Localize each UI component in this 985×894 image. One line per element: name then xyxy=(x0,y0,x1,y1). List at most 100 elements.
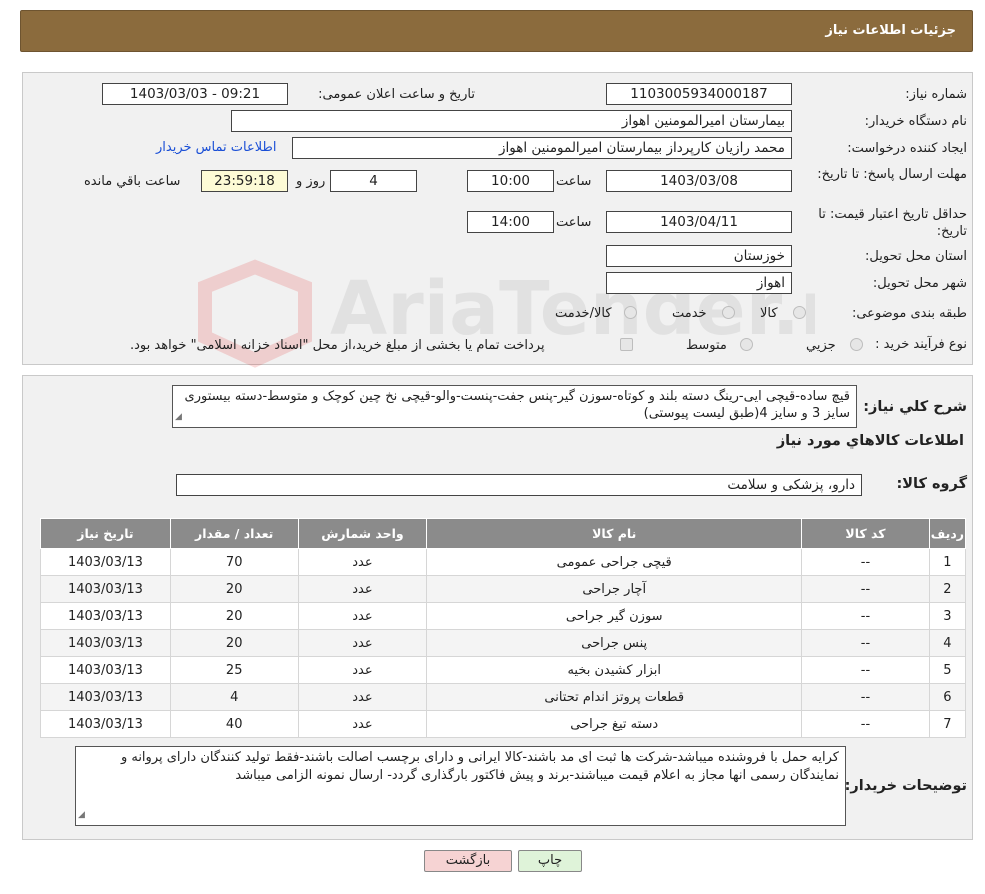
cell-need-date: 1403/03/13 xyxy=(40,683,171,711)
table-row: 7 -- دسته تیغ جراحی عدد 40 1403/03/13 xyxy=(40,710,967,738)
table-row: 2 -- آچار جراحی عدد 20 1403/03/13 xyxy=(40,575,967,603)
days-label: روز و xyxy=(296,174,326,189)
cell-item-name: پنس جراحی xyxy=(426,629,803,657)
category-goods-label: کالا xyxy=(760,306,778,321)
cell-unit: عدد xyxy=(297,656,428,684)
process-type-label: نوع فرآیند خرید : xyxy=(875,337,967,352)
cell-need-date: 1403/03/13 xyxy=(40,629,171,657)
cell-row-number: 3 xyxy=(928,602,967,630)
table-row: 4 -- پنس جراحی عدد 20 1403/03/13 xyxy=(40,629,967,657)
buyer-org-label: نام دستگاه خریدار: xyxy=(864,114,967,129)
process-medium-radio[interactable] xyxy=(740,338,753,351)
cell-unit: عدد xyxy=(297,575,428,603)
category-service-label: خدمت xyxy=(672,306,707,321)
deadline-time-label: ساعت xyxy=(556,174,592,189)
col-unit: واحد شمارش xyxy=(297,518,428,549)
cell-item-code: -- xyxy=(801,548,930,576)
cell-item-name: قیچی جراحی عمومی xyxy=(426,548,803,576)
resize-grip-icon[interactable]: ◢ xyxy=(78,806,85,824)
category-goods-radio[interactable] xyxy=(793,306,806,319)
cell-unit: عدد xyxy=(297,710,428,738)
cell-quantity: 20 xyxy=(169,602,299,630)
resize-grip-icon[interactable]: ◢ xyxy=(175,409,182,426)
remaining-time-label: ساعت باقي مانده xyxy=(84,174,181,189)
cell-item-code: -- xyxy=(801,575,930,603)
table-header-row: رديف کد کالا نام کالا واحد شمارش تعداد /… xyxy=(40,518,967,549)
deadline-date-field: 1403/03/08 xyxy=(606,170,792,192)
cell-unit: عدد xyxy=(297,683,428,711)
need-number-field: 1103005934000187 xyxy=(606,83,792,105)
cell-quantity: 20 xyxy=(169,629,299,657)
cell-item-code: -- xyxy=(801,629,930,657)
cell-quantity: 25 xyxy=(169,656,299,684)
goods-group-label: گروه کالا: xyxy=(896,476,967,492)
table-row: 1 -- قیچی جراحی عمومی عدد 70 1403/03/13 xyxy=(40,548,967,576)
announce-datetime-field: 1403/03/03 - 09:21 xyxy=(102,83,288,105)
cell-row-number: 5 xyxy=(928,656,967,684)
col-quantity: تعداد / مقدار xyxy=(169,518,299,549)
price-validity-date-field: 1403/04/11 xyxy=(606,211,792,233)
cell-need-date: 1403/03/13 xyxy=(40,710,171,738)
price-validity-time-field: 14:00 xyxy=(467,211,554,233)
cell-quantity: 20 xyxy=(169,575,299,603)
cell-row-number: 1 xyxy=(928,548,967,576)
cell-item-name: آچار جراحی xyxy=(426,575,803,603)
process-minor-radio[interactable] xyxy=(850,338,863,351)
deadline-time-field: 10:00 xyxy=(467,170,554,192)
cell-unit: عدد xyxy=(297,629,428,657)
summary-label: شرح کلي نياز: xyxy=(863,399,967,415)
category-goods-service-label: کالا/خدمت xyxy=(555,306,612,321)
cell-quantity: 4 xyxy=(169,683,299,711)
cell-row-number: 4 xyxy=(928,629,967,657)
col-item-name: نام کالا xyxy=(426,518,803,549)
cell-quantity: 40 xyxy=(169,710,299,738)
table-row: 6 -- قطعات پروتز اندام تحتانی عدد 4 1403/03/1… xyxy=(40,683,967,711)
cell-quantity: 70 xyxy=(169,548,299,576)
cell-need-date: 1403/03/13 xyxy=(40,575,171,603)
buyer-notes-label: توضیحات خریدار: xyxy=(844,778,967,794)
treasury-note: پرداخت تمام یا بخشی از مبلغ خرید،از محل … xyxy=(130,338,545,353)
province-field: خوزستان xyxy=(606,245,792,267)
col-row-number: رديف xyxy=(928,518,967,549)
buyer-notes-textarea[interactable]: کرایه حمل با فروشنده میباشد-شرکت ها ثبت … xyxy=(75,746,846,826)
buyer-contact-link[interactable]: اطلاعات تماس خریدار xyxy=(156,140,276,155)
process-medium-label: متوسط xyxy=(686,338,727,353)
summary-textarea[interactable]: قیچ ساده-قیچی ایی-رینگ دسته بلند و کوتاه… xyxy=(172,385,857,428)
cell-item-code: -- xyxy=(801,683,930,711)
col-item-code: کد کالا xyxy=(801,518,930,549)
page-header: جزئیات اطلاعات نیاز xyxy=(20,10,973,52)
process-minor-label: جزيي xyxy=(806,338,836,353)
back-button[interactable]: بازگشت xyxy=(424,850,512,872)
cell-row-number: 7 xyxy=(928,710,967,738)
items-section-title: اطلاعات کالاهاي مورد نياز xyxy=(776,433,964,449)
cell-item-name: قطعات پروتز اندام تحتانی xyxy=(426,683,803,711)
col-need-date: تاریخ نیاز xyxy=(40,518,171,549)
buyer-org-field: بیمارستان امیرالمومنین اهواز xyxy=(231,110,792,132)
table-row: 5 -- ابزار کشیدن بخیه عدد 25 1403/03/13 xyxy=(40,656,967,684)
cell-need-date: 1403/03/13 xyxy=(40,656,171,684)
creator-label: ایجاد کننده درخواست: xyxy=(847,141,967,156)
cell-unit: عدد xyxy=(297,602,428,630)
page-title: جزئیات اطلاعات نیاز xyxy=(825,23,956,38)
announce-label: تاریخ و ساعت اعلان عمومی: xyxy=(318,87,475,102)
days-remaining-field: 4 xyxy=(330,170,417,192)
deadline-label: مهلت ارسال پاسخ: تا تاریخ: xyxy=(817,167,967,182)
treasury-checkbox[interactable] xyxy=(620,338,633,351)
goods-group-field: دارو، پزشکی و سلامت xyxy=(176,474,862,496)
cell-need-date: 1403/03/13 xyxy=(40,548,171,576)
items-table: رديف کد کالا نام کالا واحد شمارش تعداد /… xyxy=(40,518,967,738)
cell-row-number: 6 xyxy=(928,683,967,711)
cell-item-name: دسته تیغ جراحی xyxy=(426,710,803,738)
category-goods-service-radio[interactable] xyxy=(624,306,637,319)
cell-item-name: ابزار کشیدن بخیه xyxy=(426,656,803,684)
cell-item-code: -- xyxy=(801,656,930,684)
print-button[interactable]: چاپ xyxy=(518,850,582,872)
city-label: شهر محل تحویل: xyxy=(872,276,967,291)
cell-item-code: -- xyxy=(801,710,930,738)
category-label: طبقه بندی موضوعی: xyxy=(851,306,967,321)
price-validity-time-label: ساعت xyxy=(556,215,592,230)
cell-row-number: 2 xyxy=(928,575,967,603)
cell-item-name: سوزن گیر جراحی xyxy=(426,602,803,630)
need-number-label: شماره نیاز: xyxy=(905,87,967,102)
category-service-radio[interactable] xyxy=(722,306,735,319)
